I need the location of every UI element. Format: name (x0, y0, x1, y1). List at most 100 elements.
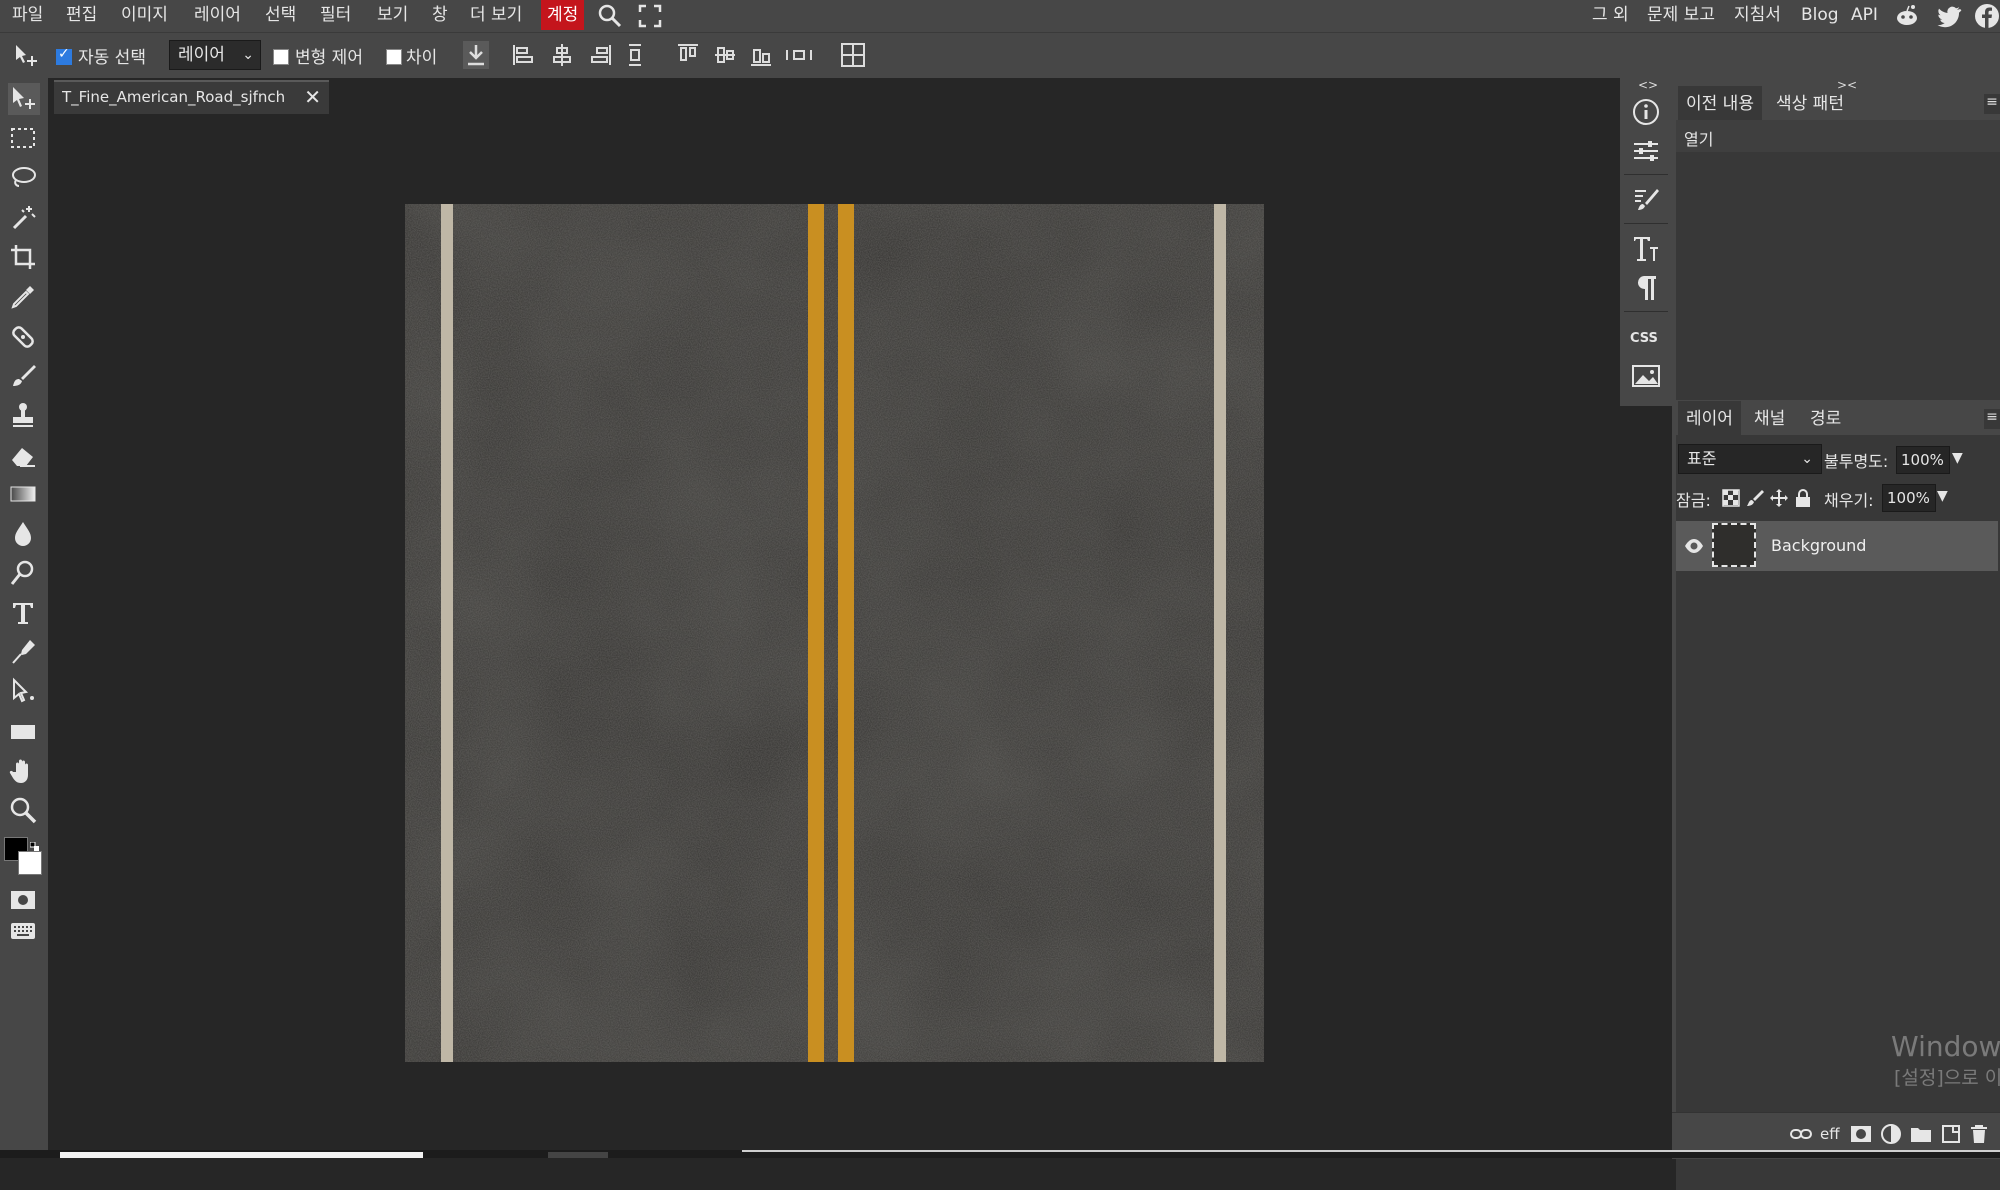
link-more[interactable]: 그 외 (1592, 0, 1629, 30)
opacity-dropdown-icon[interactable]: ▼ (1952, 450, 1963, 466)
adjustment-layer-icon[interactable] (1880, 1123, 1902, 1145)
image-canvas[interactable] (405, 204, 1264, 1062)
menu-bar: 파일 편집 이미지 레이어 선택 필터 보기 창 더 보기 계정 그 외 문제 … (0, 0, 2000, 32)
menu-window[interactable]: 창 (432, 0, 448, 30)
eraser-tool-icon[interactable] (8, 440, 40, 472)
lock-all-icon[interactable] (1794, 488, 1812, 508)
crop-tool-icon[interactable] (8, 242, 40, 274)
image-icon[interactable] (1628, 358, 1664, 394)
menu-select[interactable]: 선택 (265, 0, 296, 30)
auto-select-checkbox[interactable] (56, 46, 72, 65)
panel-menu-icon[interactable]: ≡ (1984, 94, 2000, 114)
menu-account[interactable]: 계정 (541, 0, 585, 30)
swap-colors-icon[interactable] (29, 837, 40, 851)
folder-icon[interactable] (1910, 1123, 1932, 1145)
distance-checkbox[interactable] (386, 49, 402, 65)
zoom-tool-icon[interactable] (8, 795, 40, 827)
collapse-strip-icon[interactable]: <> (1638, 78, 1658, 92)
stamp-tool-icon[interactable] (8, 400, 40, 432)
align-top-icon[interactable] (675, 41, 701, 69)
panel-menu-icon[interactable]: ≡ (1984, 409, 2000, 429)
effects-icon[interactable]: eff (1820, 1125, 1842, 1147)
trash-icon[interactable] (1968, 1123, 1990, 1145)
path-select-icon[interactable] (8, 676, 40, 708)
grid-icon[interactable] (840, 41, 866, 69)
asphalt-texture (405, 204, 1264, 1062)
healing-brush-icon[interactable] (8, 322, 40, 354)
menu-image[interactable]: 이미지 (121, 0, 168, 30)
align-bottom-icon[interactable] (748, 41, 774, 69)
eyedropper-icon[interactable] (8, 282, 40, 314)
keyboard-icon[interactable] (8, 916, 40, 940)
fullscreen-icon[interactable] (638, 4, 662, 28)
document-tab[interactable]: T_Fine_American_Road_sjfnch ✕ (54, 80, 329, 114)
layer-mask-icon[interactable] (1850, 1123, 1872, 1145)
target-select-value: 레이어 (178, 45, 225, 65)
character-icon[interactable] (1628, 231, 1664, 267)
type-tool-icon[interactable] (8, 598, 40, 630)
fill-dropdown-icon[interactable]: ▼ (1937, 488, 1948, 504)
menu-layer[interactable]: 레이어 (194, 0, 241, 30)
link-guide[interactable]: 지침서 (1734, 0, 1781, 30)
blend-mode-select[interactable]: 표준 ⌄ (1678, 444, 1822, 474)
right-panels: >< 이전 내용 색상 패턴 ≡ 열기 레이어 채널 경로 ≡ 표준 ⌄ 불투명… (1672, 78, 2000, 1190)
menu-filter[interactable]: 필터 (320, 0, 351, 30)
link-blog[interactable]: Blog (1801, 0, 1839, 30)
new-layer-icon[interactable] (1940, 1123, 1962, 1145)
css-icon[interactable]: CSS (1630, 331, 1658, 346)
menu-edit[interactable]: 편집 (66, 0, 97, 30)
opacity-input[interactable]: 100% (1896, 446, 1950, 474)
tools-panel (0, 78, 48, 1158)
taskbar-item[interactable] (60, 1152, 423, 1158)
reddit-icon[interactable] (1894, 3, 1920, 29)
menu-file[interactable]: 파일 (12, 0, 43, 30)
background-color-swatch[interactable] (18, 851, 42, 875)
dodge-tool-icon[interactable] (8, 558, 40, 590)
blur-tool-icon[interactable] (8, 519, 40, 551)
menu-more[interactable]: 더 보기 (470, 0, 522, 30)
layer-row[interactable]: Background (1676, 521, 1998, 571)
target-select[interactable]: 레이어 ⌄ (169, 40, 261, 70)
align-center-icon[interactable] (549, 41, 575, 69)
gradient-tool-icon[interactable] (8, 479, 40, 511)
brush-settings-icon[interactable] (1628, 182, 1664, 218)
close-icon[interactable]: ✕ (304, 85, 321, 109)
align-left-icon[interactable] (510, 41, 536, 69)
pen-tool-icon[interactable] (8, 637, 40, 669)
adjustments-icon[interactable] (1628, 133, 1664, 169)
distribute-vertical-icon[interactable] (622, 41, 648, 69)
distribute-horizontal-icon[interactable] (784, 41, 814, 69)
link-report[interactable]: 문제 보고 (1647, 0, 1715, 30)
brush-tool-icon[interactable] (8, 361, 40, 393)
align-right-icon[interactable] (588, 41, 614, 69)
taskbar-strip (0, 1150, 2000, 1158)
link-layers-icon[interactable] (1790, 1123, 1812, 1145)
document-tab-title: T_Fine_American_Road_sjfnch (62, 88, 286, 106)
history-item[interactable]: 열기 (1676, 120, 2000, 152)
eye-icon[interactable] (1684, 536, 1704, 556)
move-tool-icon[interactable] (8, 83, 40, 115)
link-api[interactable]: API (1851, 0, 1878, 30)
lock-transparency-icon[interactable] (1722, 489, 1740, 507)
history-list: 열기 (1676, 120, 2000, 400)
lasso-tool-icon[interactable] (8, 163, 40, 195)
align-middle-icon[interactable] (712, 41, 738, 69)
twitter-icon[interactable] (1936, 3, 1962, 29)
lock-pixels-icon[interactable] (1746, 489, 1764, 507)
move-tool-icon[interactable] (12, 42, 40, 70)
facebook-icon[interactable] (1974, 3, 2000, 29)
transform-checkbox[interactable] (273, 49, 289, 65)
info-icon[interactable] (1628, 94, 1664, 130)
hand-tool-icon[interactable] (8, 756, 40, 788)
menu-view[interactable]: 보기 (377, 0, 408, 30)
search-icon[interactable] (597, 3, 623, 29)
magic-wand-icon[interactable] (8, 202, 40, 234)
lock-position-icon[interactable] (1770, 489, 1788, 507)
paragraph-icon[interactable] (1628, 270, 1664, 306)
marquee-tool-icon[interactable] (8, 123, 40, 155)
quick-mask-icon[interactable] (8, 885, 40, 909)
download-icon[interactable] (463, 41, 489, 69)
shape-tool-icon[interactable] (8, 716, 40, 748)
taskbar-item[interactable] (548, 1152, 608, 1158)
fill-input[interactable]: 100% (1882, 484, 1936, 512)
